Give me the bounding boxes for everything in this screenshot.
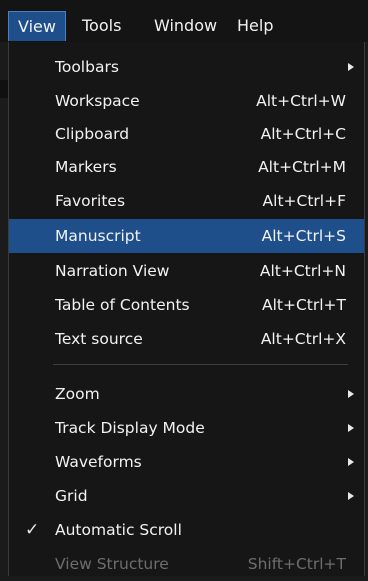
menu-item-shortcut: Alt+Ctrl+W	[256, 92, 346, 110]
background-edge	[0, 80, 8, 98]
menu-item-waveforms[interactable]: Waveforms	[9, 445, 364, 479]
menu-item-shortcut: Alt+Ctrl+F	[262, 192, 346, 210]
menu-item-label: Toolbars	[55, 58, 119, 76]
menu-item-favorites[interactable]: Favorites Alt+Ctrl+F	[9, 184, 364, 218]
menu-item-track-display-mode[interactable]: Track Display Mode	[9, 411, 364, 445]
menu-item-label: Text source	[55, 330, 143, 348]
menu-item-manuscript[interactable]: Manuscript Alt+Ctrl+S	[9, 219, 364, 253]
menu-item-clipboard[interactable]: Clipboard Alt+Ctrl+C	[9, 117, 364, 151]
menu-item-markers[interactable]: Markers Alt+Ctrl+M	[9, 150, 364, 184]
menu-item-table-of-contents[interactable]: Table of Contents Alt+Ctrl+T	[9, 288, 364, 322]
menu-item-shortcut: Alt+Ctrl+S	[261, 227, 346, 245]
chevron-right-icon	[348, 492, 354, 500]
menu-item-label: Workspace	[55, 92, 140, 110]
menu-tools[interactable]: Tools	[73, 11, 130, 41]
menu-item-label: Favorites	[55, 192, 126, 210]
menu-item-label: Automatic Scroll	[55, 521, 182, 539]
menu-help[interactable]: Help	[228, 11, 282, 41]
menu-item-shortcut: Alt+Ctrl+M	[258, 158, 346, 176]
menu-item-label: Narration View	[55, 262, 170, 280]
menu-item-narration-view[interactable]: Narration View Alt+Ctrl+N	[9, 254, 364, 288]
menu-view[interactable]: View	[8, 11, 66, 41]
view-dropdown-menu: Toolbars Workspace Alt+Ctrl+W Clipboard …	[8, 42, 365, 576]
menu-item-shortcut: Alt+Ctrl+T	[261, 296, 346, 314]
menu-separator	[53, 364, 348, 365]
menu-item-label: Grid	[55, 487, 88, 505]
menu-item-label: Table of Contents	[55, 296, 190, 314]
check-icon: ✓	[25, 520, 40, 540]
menu-item-shortcut: Alt+Ctrl+X	[260, 330, 346, 348]
menu-item-automatic-scroll[interactable]: ✓ Automatic Scroll	[9, 513, 364, 547]
menu-item-text-source[interactable]: Text source Alt+Ctrl+X	[9, 322, 364, 356]
menu-item-label: Manuscript	[55, 227, 141, 245]
chevron-right-icon	[348, 458, 354, 466]
menu-item-toolbars[interactable]: Toolbars	[9, 50, 364, 84]
menu-item-zoom[interactable]: Zoom	[9, 377, 364, 411]
menu-item-label: Clipboard	[55, 125, 130, 143]
menu-item-label: Zoom	[55, 385, 100, 403]
menu-item-label: Waveforms	[55, 453, 142, 471]
menu-bar: View Tools Window Help	[0, 0, 368, 42]
menu-item-workspace[interactable]: Workspace Alt+Ctrl+W	[9, 84, 364, 118]
menu-item-label: Track Display Mode	[55, 419, 205, 437]
chevron-right-icon	[348, 424, 354, 432]
chevron-right-icon	[348, 63, 354, 71]
menu-item-label: Markers	[55, 158, 117, 176]
menu-window[interactable]: Window	[145, 11, 226, 41]
chevron-right-icon	[348, 390, 354, 398]
menu-item-shortcut: Alt+Ctrl+N	[259, 262, 346, 280]
menu-item-shortcut: Alt+Ctrl+C	[260, 125, 346, 143]
menu-item-grid[interactable]: Grid	[9, 479, 364, 513]
